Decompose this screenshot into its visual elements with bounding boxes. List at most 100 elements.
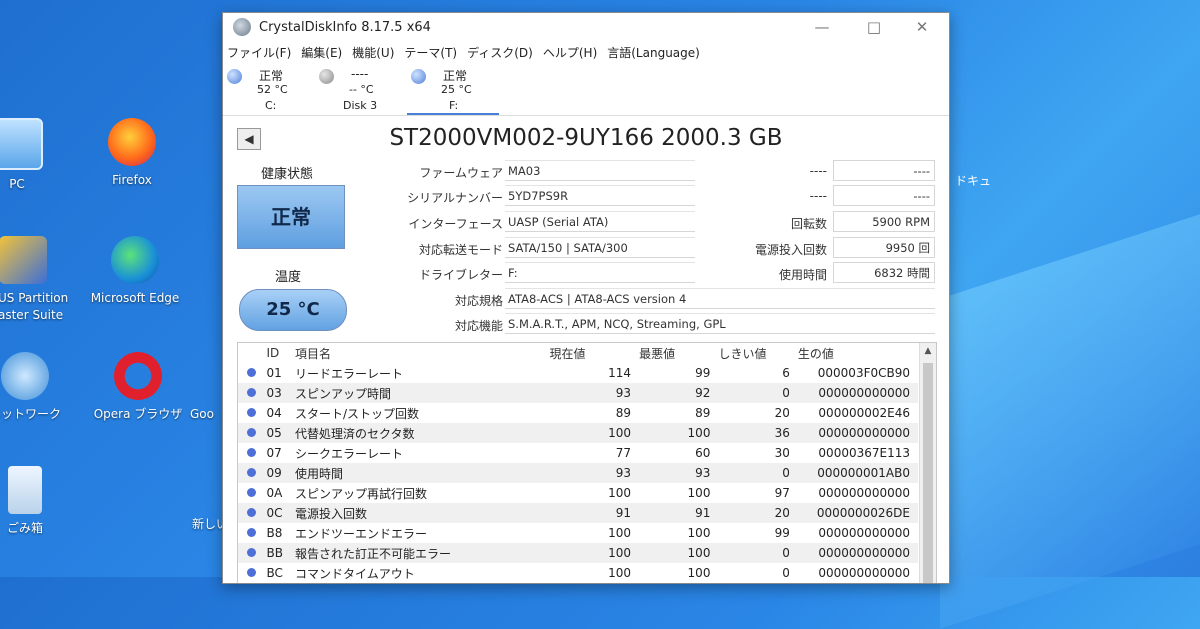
table-row[interactable]: 01 リードエラーレート 114 99 6 000003F0CB90 (238, 363, 918, 383)
attr-raw: 000000000000 (797, 423, 918, 443)
attr-current: 100 (608, 566, 632, 580)
table-header-row: ID 項目名 現在値 最悪値 しきい値 生の値 (238, 343, 918, 363)
disk-tab-c[interactable]: 正常 52 °C C: (223, 63, 315, 115)
attr-worst: 91 (639, 503, 719, 523)
attr-threshold: 0 (718, 383, 798, 403)
app-icon (233, 18, 251, 36)
column-attribute-name[interactable]: 項目名 (295, 343, 549, 363)
attr-id: B8 (266, 526, 283, 540)
close-button[interactable]: ✕ (899, 13, 945, 41)
disk-tab-3[interactable]: ---- -- °C Disk 3 (315, 63, 407, 115)
blank-label-2: ---- (809, 189, 827, 203)
attr-id: 03 (266, 383, 295, 403)
desktop-icon-label: PC (9, 177, 25, 191)
disk-name: C: (265, 99, 277, 112)
disk-status: 正常 (443, 69, 468, 83)
title-bar[interactable]: CrystalDiskInfo 8.17.5 x64 — □ ✕ (223, 13, 949, 41)
minimize-button[interactable]: — (799, 13, 845, 41)
attr-name: 代替処理済のセクタ数 (295, 423, 550, 443)
attr-worst: 99 (695, 366, 711, 380)
menu-help[interactable]: ヘルプ(H) (543, 44, 597, 61)
temperature-value[interactable]: 25 °C (239, 289, 347, 331)
column-id[interactable]: ID (267, 343, 296, 363)
desktop-icon-pc[interactable]: PC (0, 118, 72, 193)
attr-name: スピンアップ時間 (295, 383, 550, 403)
attr-current: 114 (608, 366, 632, 380)
menu-disk[interactable]: ディスク(D) (467, 44, 533, 61)
table-row[interactable]: BC コマンドタイムアウト 100 100 0 000000000000 (238, 563, 918, 583)
serial-value: 5YD7PS9R (505, 185, 695, 206)
desktop-icon-recycle-bin[interactable]: ごみ箱 (0, 466, 80, 537)
drive-letter-label: ドライブレター (418, 268, 503, 282)
window-title: CrystalDiskInfo 8.17.5 x64 (259, 19, 431, 35)
attr-threshold: 0 (718, 543, 798, 563)
desktop-side-text: ドキュ (955, 174, 992, 188)
table-row[interactable]: 0C 電源投入回数 91 91 20 0000000026DE (238, 503, 918, 523)
column-worst[interactable]: 最悪値 (639, 343, 718, 363)
attr-current: 93 (549, 383, 640, 403)
desktop-icon-firefox[interactable]: Firefox (77, 118, 187, 189)
menu-theme[interactable]: テーマ(T) (404, 44, 457, 61)
rotation-value: 5900 RPM (833, 211, 935, 232)
attr-worst: 100 (639, 423, 719, 443)
disk-name: F: (449, 99, 459, 112)
attr-name: エンドツーエンドエラー (295, 526, 428, 541)
attr-raw: 000003F0CB90 (817, 366, 910, 380)
disk-tab-f[interactable]: 正常 25 °C F: (407, 63, 499, 115)
table-row[interactable]: BB 報告された訂正不可能エラー 100 100 0 000000000000 (238, 543, 918, 563)
attr-threshold: 30 (774, 446, 790, 460)
network-icon (1, 352, 49, 400)
column-threshold[interactable]: しきい値 (718, 343, 797, 363)
menu-file[interactable]: ファイル(F) (227, 44, 291, 61)
attr-raw: 000000000000 (797, 543, 918, 563)
power-on-count-value: 9950 回 (833, 237, 935, 258)
status-dot-icon (247, 388, 256, 397)
transfer-mode-label: 対応転送モード (418, 243, 503, 257)
desktop-light-beam (940, 201, 1200, 629)
column-current[interactable]: 現在値 (549, 343, 639, 363)
attr-current: 100 (608, 486, 632, 500)
disk-temp: 52 °C (257, 83, 288, 96)
table-row[interactable]: 05 代替処理済のセクタ数 100 100 36 000000000000 (238, 423, 918, 443)
attr-threshold: 99 (774, 526, 790, 540)
desktop-icon-label: ごみ箱 (6, 521, 43, 535)
attr-name: コマンドタイムアウト (295, 566, 415, 581)
attr-id: 09 (266, 463, 295, 483)
attr-threshold: 36 (718, 423, 798, 443)
maximize-button[interactable]: □ (851, 13, 897, 41)
disk-tabs: 正常 52 °C C: ---- -- °C Disk 3 正常 25 °C F… (223, 63, 949, 116)
status-dot-icon (247, 508, 256, 517)
table-row[interactable]: 09 使用時間 93 93 0 000000001AB0 (238, 463, 918, 483)
desktop-icon-label: Firefox (112, 173, 152, 187)
power-on-hours-value: 6832 時間 (833, 262, 935, 283)
standard-value: ATA8-ACS | ATA8-ACS version 4 (505, 288, 935, 309)
health-status-button[interactable]: 正常 (237, 185, 345, 249)
scroll-up-icon[interactable]: ▲ (920, 343, 936, 359)
table-scrollbar[interactable]: ▲ (919, 343, 936, 583)
health-label: 健康状態 (261, 167, 314, 182)
partition-tool-icon (0, 236, 47, 284)
attr-worst: 100 (687, 566, 711, 580)
table-row[interactable]: B8 エンドツーエンドエラー 100 100 99 000000000000 (238, 523, 918, 543)
table-row[interactable]: 03 スピンアップ時間 93 92 0 000000000000 (238, 383, 918, 403)
attr-raw: 000000000000 (818, 486, 910, 500)
standard-label: 対応規格 (454, 294, 503, 308)
table-row[interactable]: 04 スタート/ストップ回数 89 89 20 000000002E46 (238, 403, 918, 423)
table-row[interactable]: 0A スピンアップ再試行回数 100 100 97 000000000000 (238, 483, 918, 503)
status-dot-icon (227, 69, 242, 84)
menu-edit[interactable]: 編集(E) (301, 44, 342, 61)
desktop-icon-partition[interactable]: US Partition aster Suite (0, 236, 78, 324)
desktop-icon-edge[interactable]: Microsoft Edge (80, 236, 190, 307)
column-raw-value[interactable]: 生の値 (798, 343, 918, 363)
menu-function[interactable]: 機能(U) (352, 44, 394, 61)
table-row[interactable]: 07 シークエラーレート 77 60 30 00000367E113 (238, 443, 918, 463)
drive-letter-value: F: (505, 262, 695, 283)
scroll-thumb[interactable] (923, 363, 933, 583)
menu-language[interactable]: 言語(Language) (607, 44, 700, 61)
attr-id: 01 (266, 366, 282, 380)
attr-name: リードエラーレート (295, 366, 404, 381)
attr-id: BB (266, 543, 295, 563)
disk-status: 正常 (259, 69, 284, 83)
attr-raw: 000000000000 (797, 383, 918, 403)
desktop-icon-network[interactable]: ネットワーク (0, 352, 80, 423)
